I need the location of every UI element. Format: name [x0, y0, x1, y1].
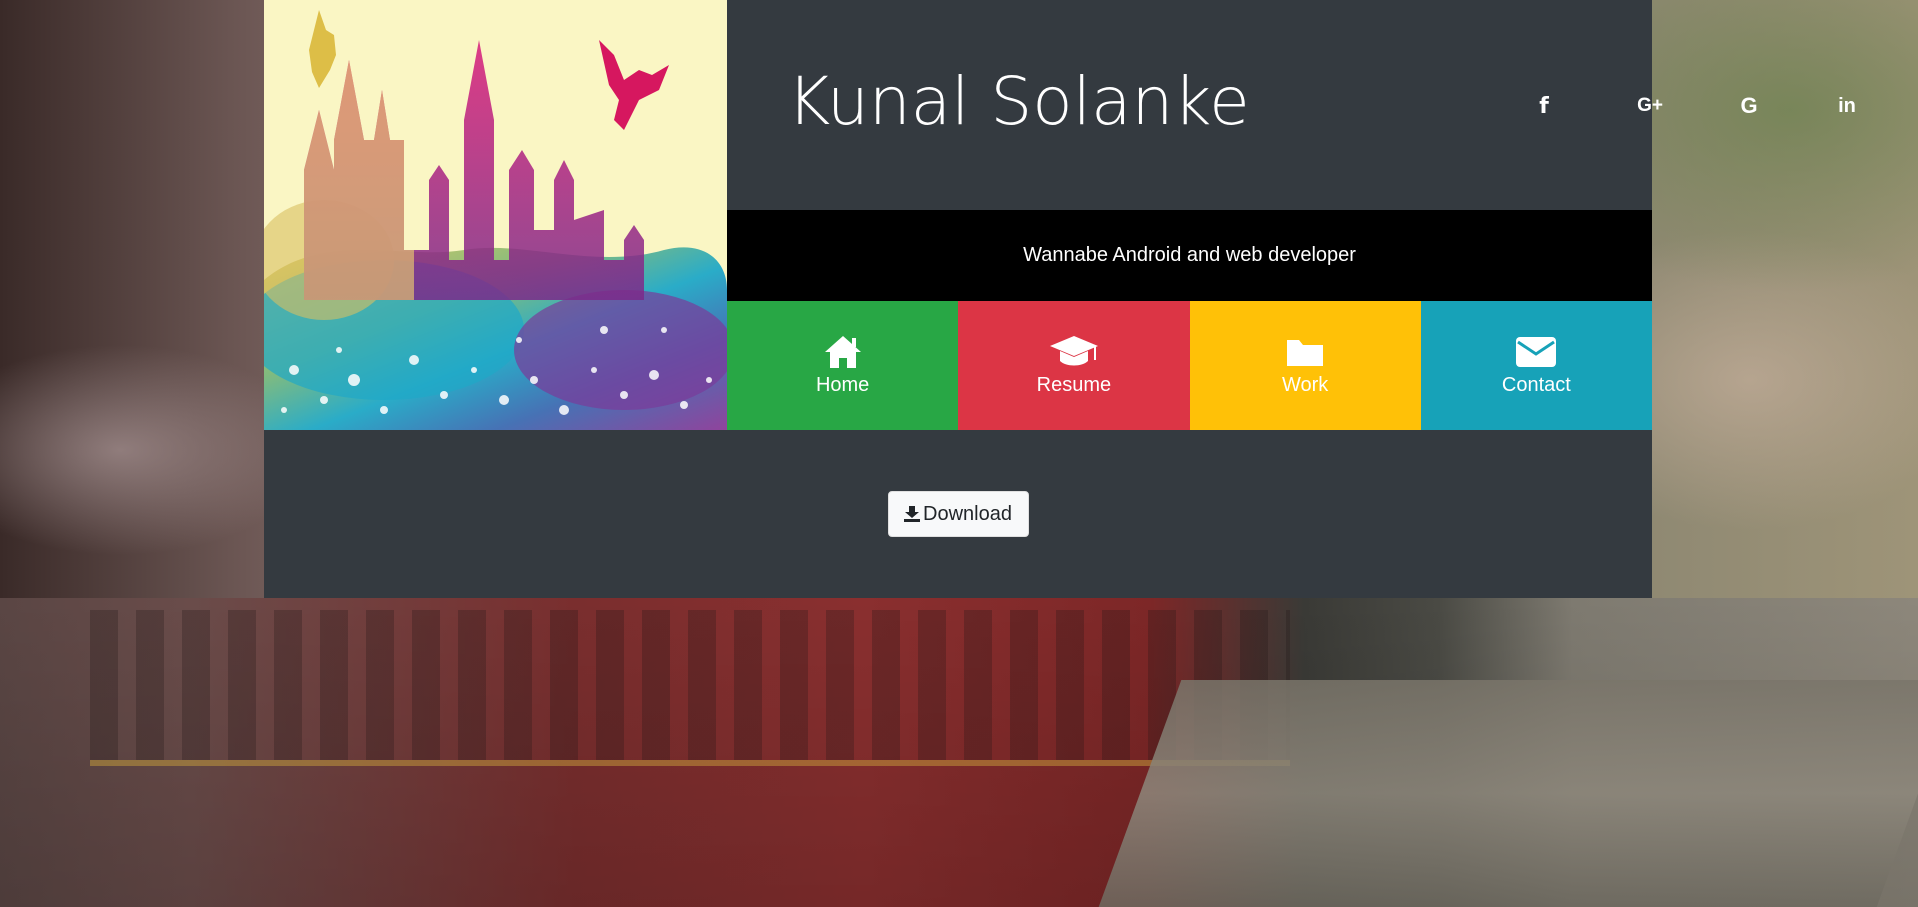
- download-section: Download: [264, 430, 1652, 598]
- castle-watercolor-illustration: [264, 10, 727, 430]
- google-plus-link[interactable]: G+: [1625, 86, 1675, 126]
- tagline: Wannabe Android and web developer: [1023, 244, 1356, 266]
- linkedin-icon: in: [1838, 94, 1856, 117]
- envelope-icon: [1516, 337, 1557, 367]
- nav-item-resume[interactable]: Resume: [958, 301, 1190, 430]
- background-stone-wall: [1098, 680, 1918, 907]
- nav-item-contact-label: Contact: [1501, 374, 1571, 396]
- folder-icon: [1287, 340, 1324, 366]
- nav-item-home[interactable]: Home: [727, 301, 959, 430]
- tagline-bar: Wannabe Android and web developer: [727, 210, 1652, 301]
- castle-watercolor-image: [264, 0, 727, 430]
- home-icon: [824, 336, 861, 368]
- graduation-cap-icon: [1049, 336, 1098, 366]
- nav-item-work[interactable]: Work: [1189, 301, 1421, 430]
- nav-item-work-label: Work: [1281, 374, 1329, 396]
- profile-card: Kunal Solanke f G+ G in Wannabe Android …: [264, 0, 1856, 598]
- nav-item-resume-label: Resume: [1036, 374, 1112, 396]
- main-nav: Home Resume Work Contact: [727, 301, 1652, 430]
- background-train-windows: [90, 610, 1290, 760]
- download-button[interactable]: Download: [888, 491, 1029, 537]
- google-link[interactable]: G: [1729, 86, 1769, 126]
- facebook-icon: f: [1539, 93, 1549, 119]
- header-top: Kunal Solanke f G+ G in: [727, 0, 1856, 210]
- google-icon: G: [1740, 93, 1758, 118]
- google-plus-icon: G+: [1637, 95, 1663, 116]
- site-title: Kunal Solanke: [787, 63, 1250, 140]
- facebook-link[interactable]: f: [1524, 86, 1564, 126]
- nav-item-home-label: Home: [815, 374, 870, 396]
- background-train-stripe: [90, 760, 1290, 766]
- download-button-label: Download: [923, 502, 1012, 525]
- nav-item-contact[interactable]: Contact: [1420, 301, 1652, 430]
- download-icon: [904, 506, 920, 522]
- linkedin-link[interactable]: in: [1827, 86, 1867, 126]
